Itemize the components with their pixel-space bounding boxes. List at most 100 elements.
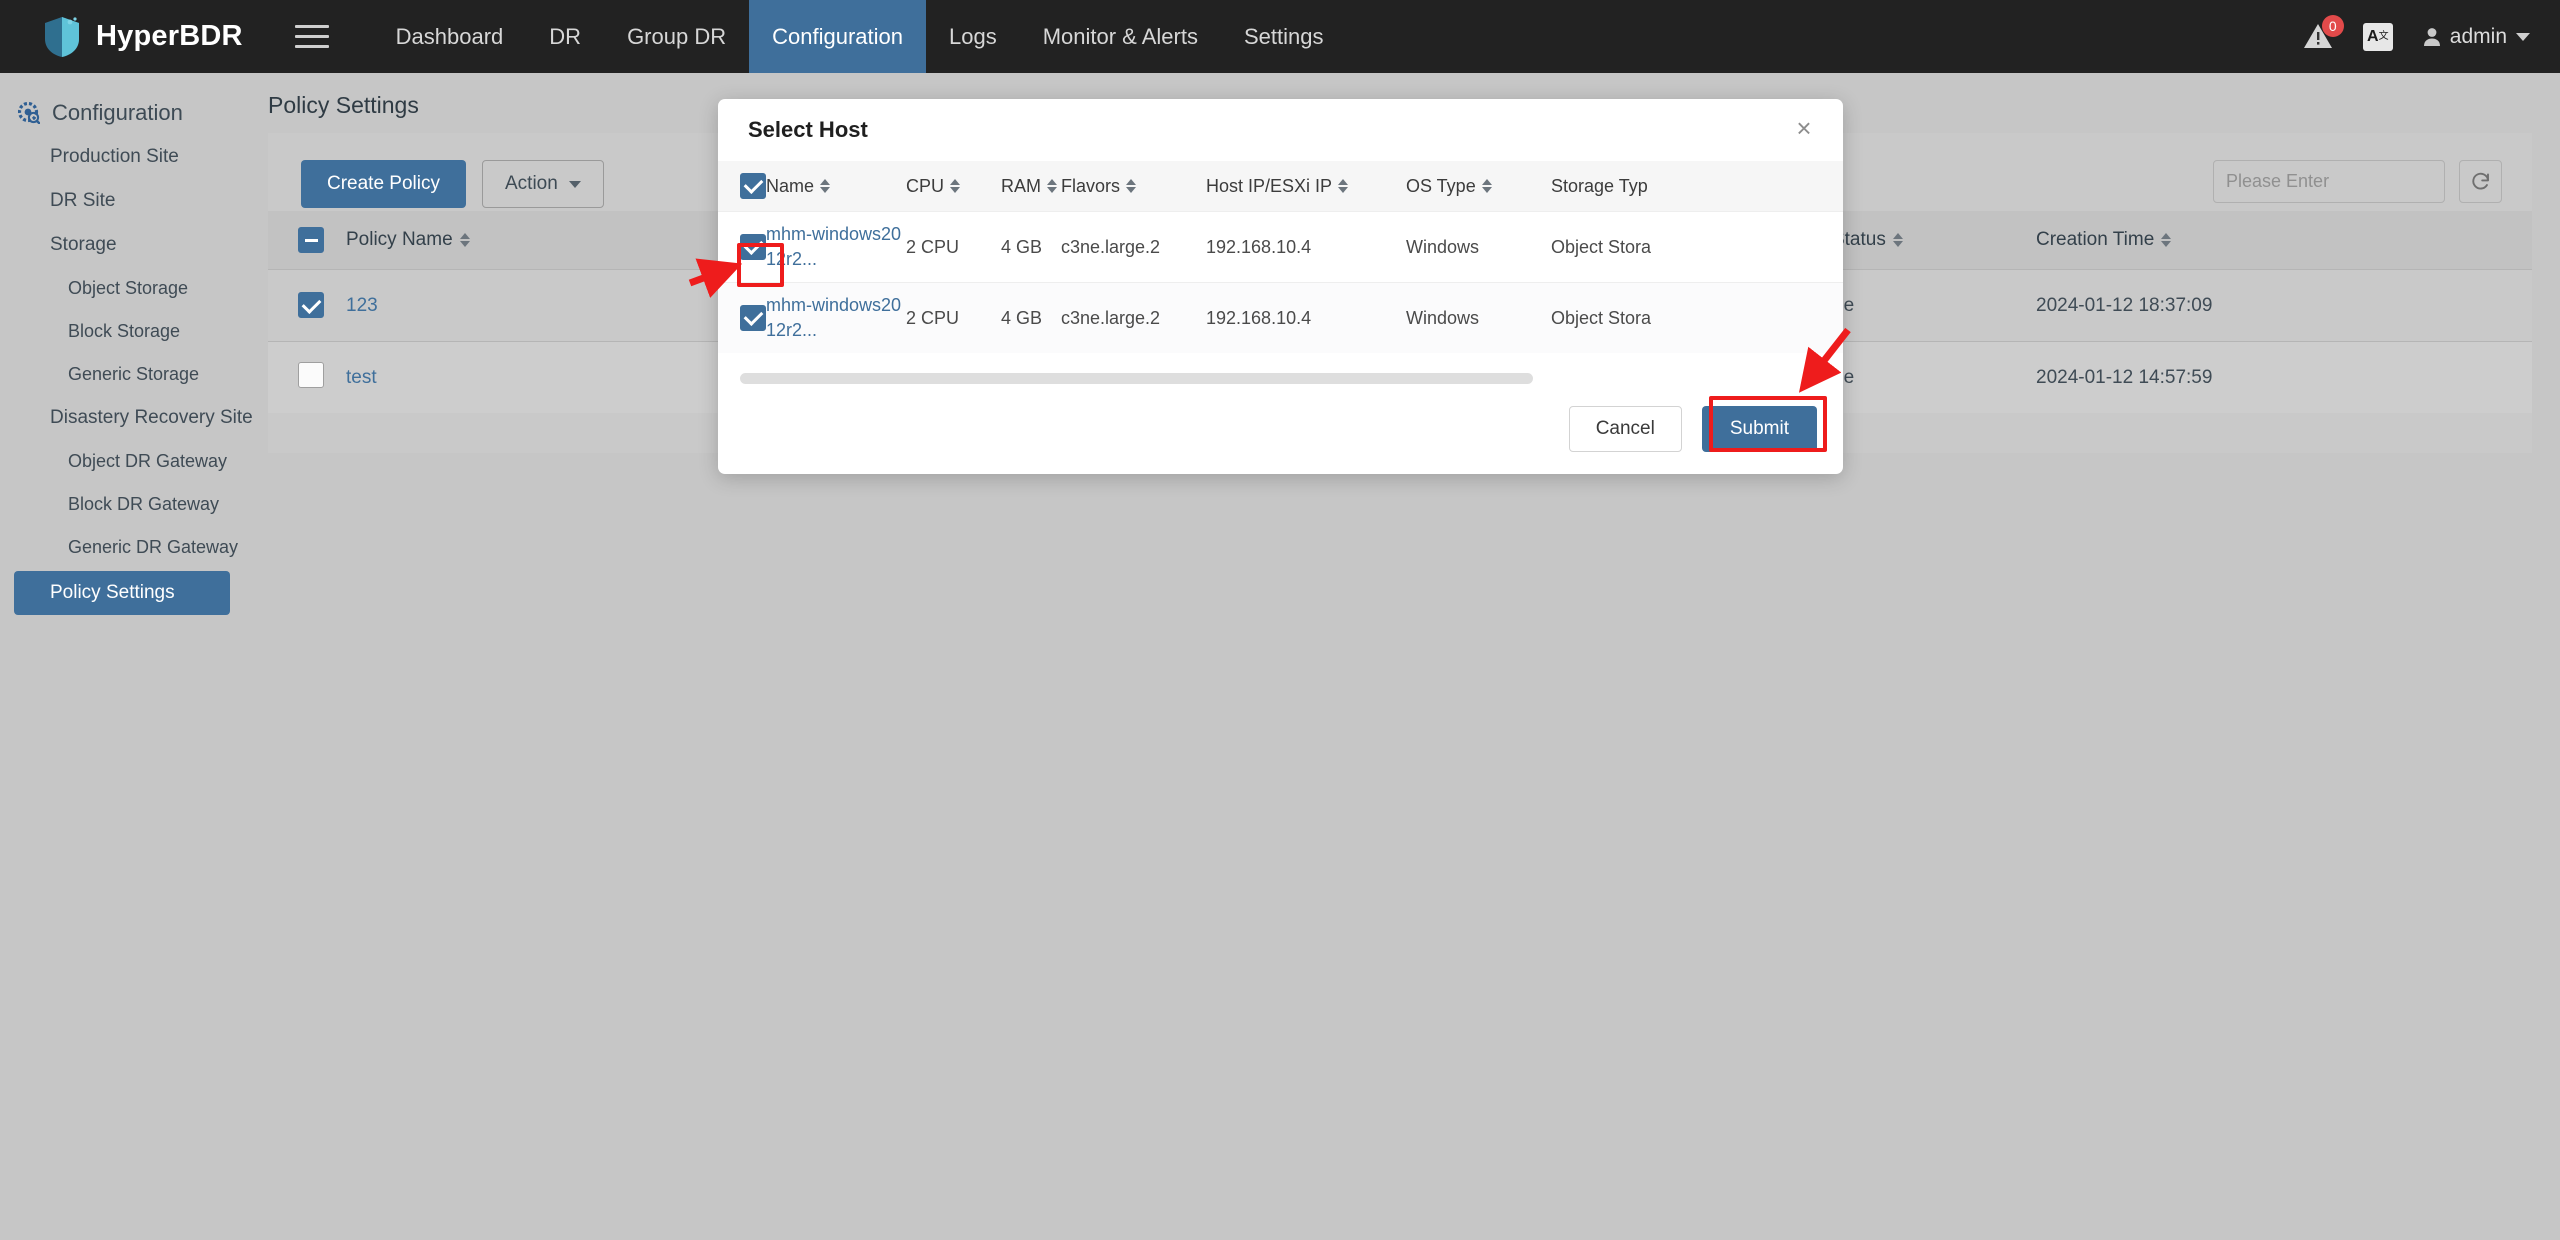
alerts-button[interactable]: 0 — [2303, 14, 2344, 52]
nav-item-dashboard[interactable]: Dashboard — [373, 0, 527, 73]
sidebar-item-object-dr-gateway[interactable]: Object DR Gateway — [0, 440, 268, 483]
row-select-cell — [268, 292, 346, 319]
host-flavors: c3ne.large.2 — [1061, 236, 1161, 257]
action-label: Action — [505, 173, 558, 194]
row-checkbox[interactable] — [740, 233, 766, 260]
column-label: Flavors — [1061, 175, 1121, 196]
host-select-all-cell — [718, 172, 766, 200]
host-table-body: mhm-windows2012r2... 2 CPU 4 GB c3ne.large.… — [718, 211, 1843, 353]
host-name-link[interactable]: mhm-windows2012r2... — [766, 224, 901, 269]
select-all-checkbox[interactable] — [298, 227, 324, 253]
table-row[interactable]: mhm-windows2012r2... 2 CPU 4 GB c3ne.large.… — [718, 211, 1843, 282]
create-policy-button[interactable]: Create Policy — [301, 160, 466, 208]
host-ip: 192.168.10.4 — [1206, 307, 1312, 328]
nav-item-logs[interactable]: Logs — [926, 0, 1020, 73]
column-name[interactable]: Name — [766, 176, 906, 197]
sort-icon[interactable] — [1892, 233, 1903, 247]
brand-name: HyperBDR — [96, 20, 243, 52]
sidebar-item-storage[interactable]: Storage — [0, 223, 268, 267]
search-input[interactable] — [2226, 171, 2458, 192]
submit-button[interactable]: Submit — [1701, 406, 1817, 452]
column-flavors[interactable]: Flavors — [1061, 176, 1206, 197]
host-name-cell: mhm-windows2012r2... — [766, 293, 906, 343]
host-table-header: Name CPU RAM Flavors Host IP/ESXi IP OS … — [718, 161, 1843, 211]
column-cpu[interactable]: CPU — [906, 176, 1001, 197]
host-ram: 4 GB — [1001, 307, 1043, 328]
host-os-type: Windows — [1406, 307, 1480, 328]
close-icon[interactable]: × — [1791, 115, 1817, 143]
nav-item-group-dr[interactable]: Group DR — [604, 0, 749, 73]
policy-name-link[interactable]: 123 — [346, 295, 766, 317]
brand-logo[interactable]: HyperBDR — [42, 16, 243, 58]
nav-item-settings[interactable]: Settings — [1221, 0, 1347, 73]
creation-time: 2024-01-12 14:57:59 — [2036, 366, 2213, 388]
lang-letter: A — [2367, 27, 2379, 45]
nav-item-dr[interactable]: DR — [526, 0, 604, 73]
sidebar: Configuration Production Site DR Site Stor… — [0, 73, 268, 1240]
sidebar-item-generic-storage[interactable]: Generic Storage — [0, 353, 268, 396]
row-select-cell — [718, 233, 766, 261]
sidebar-item-production-site[interactable]: Production Site — [0, 135, 268, 179]
column-policy-name[interactable]: Policy Name — [346, 229, 766, 251]
hamburger-icon[interactable] — [294, 22, 329, 52]
column-label: Creation Time — [2036, 229, 2155, 250]
modal-footer: Cancel Submit — [1568, 406, 1817, 452]
creation-time: 2024-01-12 18:37:09 — [2036, 294, 2213, 316]
sort-icon[interactable] — [1481, 179, 1492, 193]
refresh-button[interactable] — [2459, 160, 2502, 203]
column-storage-type[interactable]: Storage Typ — [1551, 176, 1731, 197]
alert-count-badge: 0 — [2321, 14, 2344, 37]
lang-sup: 文 — [2378, 30, 2389, 42]
nav-right-actions: 0 A文 admin — [2303, 0, 2530, 73]
column-ram[interactable]: RAM — [1001, 176, 1061, 197]
policy-name-link[interactable]: test — [346, 367, 766, 389]
host-storage-type: Object Stora — [1551, 307, 1652, 328]
row-checkbox[interactable] — [740, 304, 766, 331]
nav-item-configuration[interactable]: Configuration — [749, 0, 926, 73]
sidebar-item-block-dr-gateway[interactable]: Block DR Gateway — [0, 483, 268, 526]
sidebar-item-policy-settings[interactable]: Policy Settings — [14, 571, 230, 615]
row-checkbox[interactable] — [298, 292, 324, 319]
sort-icon[interactable] — [459, 233, 470, 247]
sort-icon[interactable] — [1126, 179, 1137, 193]
sort-icon[interactable] — [950, 179, 961, 193]
nav-item-monitor-alerts[interactable]: Monitor & Alerts — [1020, 0, 1221, 73]
column-label: Policy Name — [346, 229, 453, 250]
chevron-down-icon — [2516, 32, 2530, 41]
page-title: Policy Settings — [268, 92, 419, 118]
primary-nav: Dashboard DR Group DR Configuration Logs Moni… — [373, 0, 1347, 73]
column-creation-time[interactable]: Creation Time — [2036, 229, 2456, 251]
sidebar-item-object-storage[interactable]: Object Storage — [0, 267, 268, 310]
host-select-all-checkbox[interactable] — [740, 172, 766, 199]
column-host-ip[interactable]: Host IP/ESXi IP — [1206, 176, 1406, 197]
search-box[interactable] — [2213, 160, 2458, 203]
sort-icon[interactable] — [2161, 233, 2172, 247]
column-os-type[interactable]: OS Type — [1406, 176, 1551, 197]
user-avatar-icon — [2423, 27, 2440, 46]
host-table-horizontal-scrollbar[interactable] — [740, 373, 1533, 384]
table-row[interactable]: mhm-windows2012r2... 2 CPU 4 GB c3ne.large.… — [718, 282, 1843, 353]
column-label: OS Type — [1406, 175, 1476, 196]
action-dropdown-button[interactable]: Action — [482, 160, 604, 208]
sidebar-item-dr-site[interactable]: DR Site — [0, 179, 268, 223]
sort-icon[interactable] — [1338, 179, 1349, 193]
column-label: Storage Typ — [1551, 175, 1648, 196]
row-checkbox[interactable] — [298, 362, 324, 388]
modal-header: Select Host × — [718, 99, 1843, 161]
row-select-cell — [268, 362, 346, 393]
sort-icon[interactable] — [1047, 179, 1057, 193]
column-label: RAM — [1001, 175, 1041, 196]
sidebar-item-block-storage[interactable]: Block Storage — [0, 310, 268, 353]
sidebar-item-disastery-recovery-site[interactable]: Disastery Recovery Site — [0, 396, 268, 440]
sort-icon[interactable] — [820, 179, 831, 193]
panel-toolbar: Create Policy Action — [301, 160, 604, 208]
host-ip: 192.168.10.4 — [1206, 236, 1312, 257]
host-storage-type: Object Stora — [1551, 236, 1652, 257]
host-name-link[interactable]: mhm-windows2012r2... — [766, 295, 901, 340]
sidebar-item-generic-dr-gateway[interactable]: Generic DR Gateway — [0, 526, 268, 569]
user-menu[interactable]: admin — [2423, 25, 2530, 49]
cancel-button[interactable]: Cancel — [1568, 406, 1682, 452]
language-toggle-icon[interactable]: A文 — [2362, 22, 2393, 51]
host-name-cell: mhm-windows2012r2... — [766, 222, 906, 272]
host-flavors: c3ne.large.2 — [1061, 307, 1161, 328]
